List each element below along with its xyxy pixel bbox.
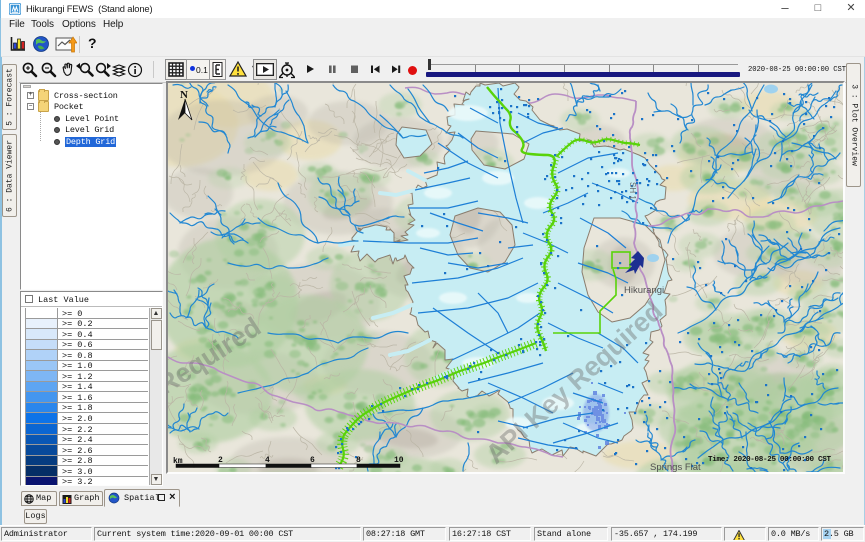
svg-text:Time: 2020-08-25 00:00:00 CST: Time: 2020-08-25 00:00:00 CST — [708, 456, 831, 464]
svg-text:N: N — [180, 89, 188, 101]
svg-text:8: 8 — [356, 456, 361, 465]
svg-text:6: 6 — [310, 456, 315, 465]
svg-text:Hikurangi: Hikurangi — [624, 285, 664, 296]
svg-text:SH 1: SH 1 — [628, 182, 637, 200]
svg-text:Springs Flat: Springs Flat — [650, 462, 701, 472]
svg-text:10: 10 — [394, 456, 404, 465]
svg-text:4: 4 — [265, 456, 270, 465]
svg-text:2: 2 — [218, 456, 223, 465]
